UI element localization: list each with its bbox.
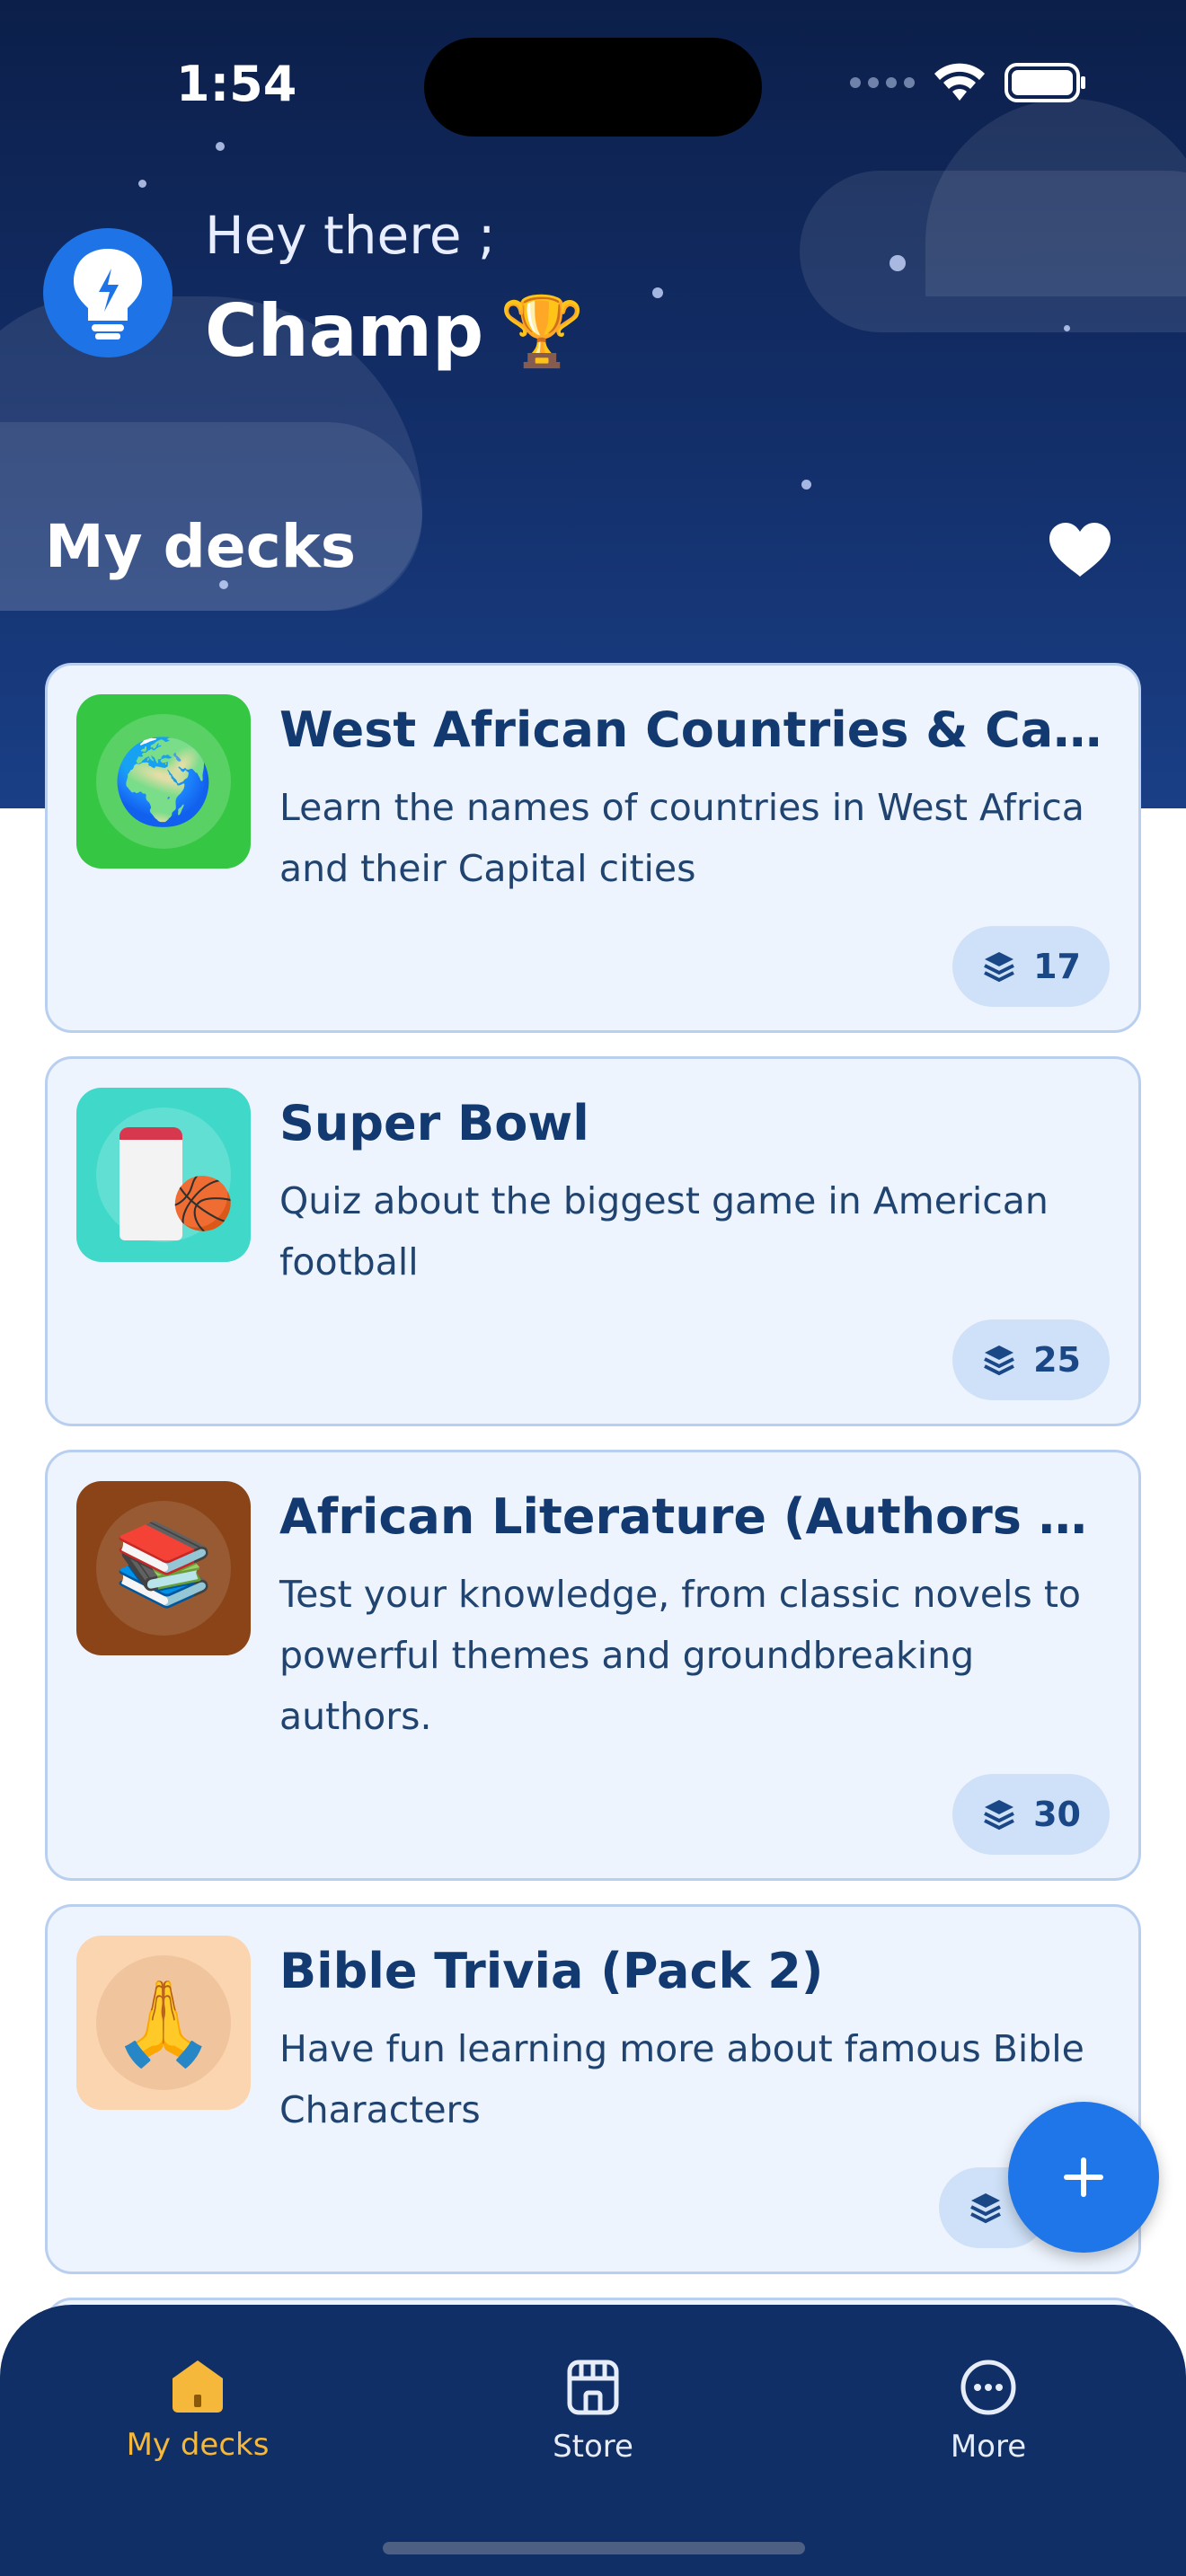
nav-item-store[interactable]: Store <box>485 2359 701 2465</box>
card-count-badge: 17 <box>952 926 1110 1007</box>
signal-icon <box>850 77 915 88</box>
status-time: 1:54 <box>176 56 297 112</box>
app-avatar[interactable] <box>43 228 173 357</box>
deck-thumbnail: 🏀 <box>76 1088 251 1262</box>
battery-icon <box>1005 63 1085 102</box>
deck-title: Bible Trivia (Pack 2) <box>279 1943 824 1999</box>
home-indicator <box>383 2542 805 2554</box>
globe-icon: 🌍 <box>111 734 216 830</box>
star-decoration <box>890 255 906 271</box>
star-decoration <box>138 180 146 188</box>
wifi-icon <box>934 63 985 101</box>
stack-icon <box>984 952 1015 983</box>
praying-hands-icon: 🙏 <box>111 1975 216 2071</box>
status-indicators <box>850 63 1087 102</box>
nav-label: My decks <box>126 2427 270 2463</box>
star-decoration <box>652 287 663 298</box>
deck-title: Super Bowl <box>279 1095 589 1151</box>
card-count: 17 <box>1033 947 1081 986</box>
deck-card[interactable]: 🏀 Super Bowl Quiz about the biggest game… <box>45 1056 1141 1426</box>
dynamic-island <box>424 38 762 137</box>
nav-item-my-decks[interactable]: My decks <box>90 2359 305 2463</box>
deck-title: African Literature (Authors and works) <box>279 1488 1115 1545</box>
store-icon <box>567 2360 619 2415</box>
star-decoration <box>1064 325 1070 331</box>
add-deck-button[interactable] <box>1008 2102 1159 2253</box>
stack-icon <box>970 2193 1001 2224</box>
basketball-icon: 🏀 <box>172 1175 235 1233</box>
plus-icon <box>1064 2157 1103 2197</box>
star-decoration <box>801 480 811 490</box>
deck-card[interactable]: 🌍 West African Countries & Capitals Lear… <box>45 663 1141 1033</box>
deck-thumbnail: 🙏 <box>76 1936 251 2110</box>
trophy-icon: 🏆 <box>500 290 585 371</box>
favorites-heart-icon[interactable] <box>1048 521 1112 578</box>
deck-card[interactable]: 📚 African Literature (Authors and works)… <box>45 1450 1141 1881</box>
deck-description: Quiz about the biggest game in American … <box>279 1179 1049 1284</box>
deck-description: Learn the names of countries in West Afr… <box>279 786 1084 890</box>
greeting-text: Hey there ; <box>205 205 496 266</box>
deck-thumbnail: 🌍 <box>76 694 251 869</box>
deck-card[interactable]: 🙏 Bible Trivia (Pack 2) Have fun learnin… <box>45 1904 1141 2274</box>
deck-thumbnail: 📚 <box>76 1481 251 1655</box>
deck-description: Have fun learning more about famous Bibl… <box>279 2027 1084 2131</box>
brain-bulb-icon <box>74 249 142 340</box>
books-icon: 📚 <box>112 1517 215 1611</box>
card-count: 30 <box>1033 1795 1081 1834</box>
nav-label: More <box>950 2429 1027 2465</box>
deck-description: Test your knowledge, from classic novels… <box>279 1573 1081 1738</box>
more-icon <box>960 2360 1016 2415</box>
card-count-badge: 25 <box>952 1319 1110 1400</box>
section-title: My decks <box>45 512 356 581</box>
card-count: 25 <box>1033 1340 1081 1380</box>
cloud-decoration <box>925 99 1186 296</box>
home-icon <box>173 2360 223 2413</box>
deck-title: West African Countries & Capitals <box>279 701 1115 758</box>
stack-icon <box>984 1345 1015 1376</box>
nav-item-more[interactable]: More <box>881 2359 1096 2465</box>
user-name: Champ <box>205 289 484 373</box>
card-count-badge: 30 <box>952 1774 1110 1855</box>
bottom-nav: My decks Store More <box>0 2305 1186 2576</box>
stack-icon <box>984 1800 1015 1831</box>
star-decoration <box>216 142 225 151</box>
star-decoration <box>219 580 228 589</box>
user-name-row: Champ 🏆 <box>205 289 585 373</box>
nav-label: Store <box>553 2429 633 2465</box>
